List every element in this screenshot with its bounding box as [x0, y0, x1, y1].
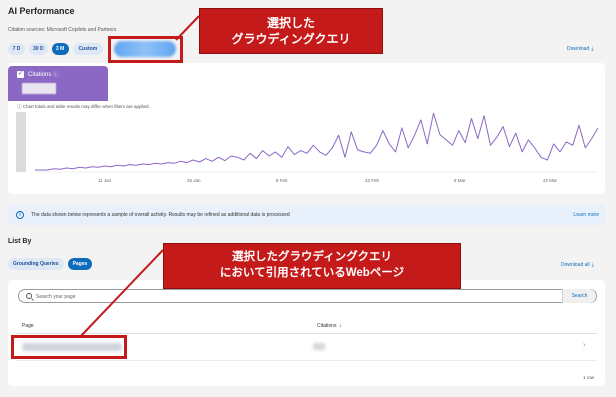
x-tick-label: 25 Jan [187, 178, 201, 183]
range-7d-button[interactable]: 7 D [8, 43, 25, 55]
list-by-title: List By [8, 238, 32, 245]
x-tick-label: 22 Mar [543, 178, 558, 183]
chart-placeholder-band [16, 112, 26, 172]
citations-column-label: Citations [317, 323, 337, 329]
download-button[interactable]: Download ⤓ [567, 46, 593, 52]
download-icon: ⤓ [591, 262, 594, 268]
citations-total-value [22, 83, 56, 94]
search-box: Search [18, 289, 597, 303]
callout2-line2: において引用されているWebページ [219, 267, 405, 279]
citations-metric-tab[interactable]: ✓ Citations ⓘ [8, 66, 108, 101]
download-all-label: Download all [561, 262, 590, 268]
callout1-line1: 選択した [266, 15, 315, 30]
column-header-citations[interactable]: Citations ↓ [317, 323, 341, 329]
highlight-page-box [11, 335, 127, 359]
info-icon: ⓘ [53, 72, 59, 78]
download-icon: ⤓ [591, 46, 594, 52]
header-divider [16, 333, 597, 334]
download-all-button[interactable]: Download all ⤓ [561, 262, 594, 268]
tab-pages[interactable]: Pages [67, 258, 93, 270]
citations-label-text: Citations [28, 72, 52, 78]
sample-data-banner: i The data shown below represents a samp… [8, 205, 605, 225]
callout2-line1: 選択したグラウディングクエリ [232, 251, 392, 264]
citation-sources: Citation sources: Microsoft Copilots and… [8, 27, 117, 33]
callout-cited-pages: 選択したグラウディングクエリ において引用されているWebページ [163, 243, 461, 289]
date-range-selector: 7 D 30 D 3 M Custom [8, 43, 104, 55]
x-tick-label: 8 Mar [454, 178, 466, 183]
search-button[interactable]: Search [562, 289, 596, 303]
x-tick-label: 11 Jan [98, 178, 112, 183]
page-title: AI Performance [8, 6, 75, 16]
citations-series-line [35, 112, 599, 171]
range-3m-button[interactable]: 3 M [51, 43, 69, 55]
pages-list-card: Search Page Citations↓ › 1 row [8, 280, 605, 386]
learn-more-link[interactable]: Learn more [573, 212, 599, 218]
x-tick-label: 8 Feb [276, 178, 288, 183]
tab-grounding-queries[interactable]: Grounding Queries [8, 258, 64, 270]
download-label: Download [567, 46, 590, 52]
row-divider [16, 360, 597, 361]
range-30d-button[interactable]: 30 D [29, 43, 48, 55]
highlight-query-box [108, 36, 183, 63]
column-header-page[interactable]: Page [22, 323, 34, 329]
banner-text: The data shown below represents a sample… [31, 212, 290, 218]
search-input[interactable] [36, 292, 536, 301]
citations-line-chart: 11 Jan 25 Jan 8 Feb 22 Feb 8 Mar 22 Mar [16, 112, 599, 183]
callout1-line2: グラウディングクエリ [231, 32, 351, 46]
info-icon: i [16, 211, 24, 219]
x-tick-label: 22 Feb [365, 178, 380, 183]
search-icon [26, 293, 32, 299]
callout-selected-query: 選択した グラウディングクエリ [199, 8, 383, 54]
checkbox-icon[interactable]: ✓ [17, 71, 24, 78]
sort-down-icon: ↓ [338, 323, 342, 329]
row-count-label: 1 row [583, 375, 595, 380]
citation-count-redacted [313, 343, 325, 350]
range-custom-button[interactable]: Custom [72, 43, 104, 55]
list-by-tabs: Grounding Queries Pages [8, 258, 93, 270]
citations-label: Citations ⓘ [28, 71, 58, 78]
chevron-right-icon[interactable]: › [583, 340, 586, 349]
